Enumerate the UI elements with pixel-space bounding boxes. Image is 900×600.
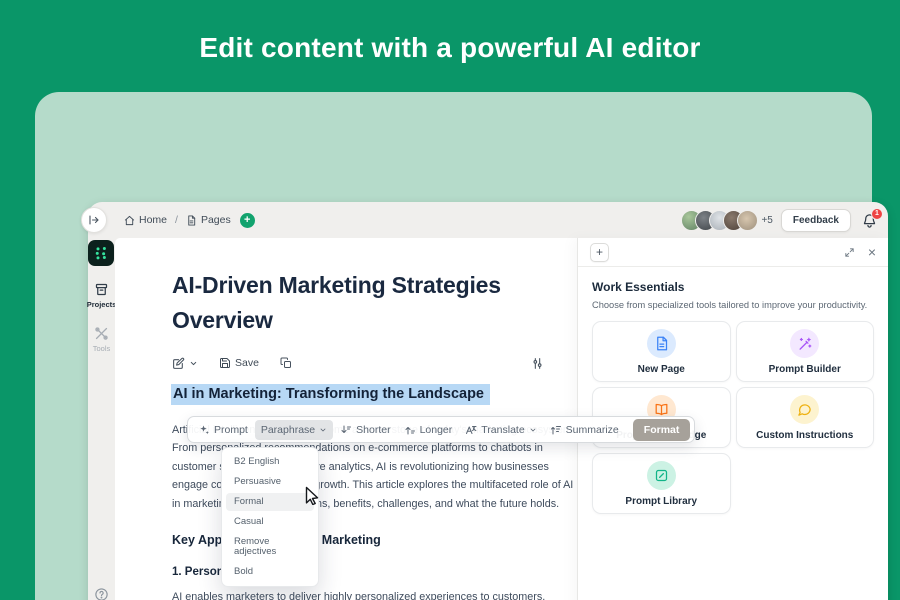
sidebar-item-label: Projects <box>86 300 117 309</box>
copy-button[interactable] <box>280 357 292 369</box>
chat-bubble-icon <box>790 394 820 424</box>
question-mark-icon <box>94 587 109 600</box>
collapse-sidebar-button[interactable] <box>81 207 107 233</box>
document-icon <box>646 328 676 358</box>
ai-edit-toolbar: Prompt Paraphrase Shorter Longer Transla… <box>187 416 696 443</box>
crossed-tools-icon <box>94 326 109 341</box>
avatar <box>737 209 759 231</box>
longer-label: Longer <box>419 423 453 436</box>
topbar: Home / Pages + +5 Feedback 1 <box>81 202 888 238</box>
card-label: Custom Instructions <box>756 429 854 441</box>
menu-item-casual[interactable]: Casual <box>226 513 314 531</box>
edit-pencil-icon <box>172 357 185 370</box>
card-new-page[interactable]: New Page <box>592 321 731 382</box>
breadcrumb-home-label: Home <box>139 214 168 226</box>
arrow-up-lines-icon <box>404 424 416 436</box>
longer-button[interactable]: Longer <box>398 420 459 440</box>
paraphrase-menu: B2 English Persuasive Formal Casual Remo… <box>221 447 319 587</box>
notifications-button[interactable]: 1 <box>862 207 883 228</box>
avatar-stack: +5 <box>681 209 773 231</box>
menu-item-formal[interactable]: Formal <box>226 493 314 511</box>
expand-diagonal-icon <box>844 247 855 258</box>
app-window: Home / Pages + +5 Feedback 1 Projects To… <box>81 202 888 600</box>
help-button[interactable] <box>94 587 109 600</box>
sparkles-icon <box>198 424 210 436</box>
card-prompt-builder[interactable]: Prompt Builder <box>735 321 874 382</box>
chevron-down-icon <box>529 426 537 434</box>
arrow-down-lines-icon <box>340 424 352 436</box>
app-logo[interactable] <box>88 240 114 266</box>
summarize-button[interactable]: Summarize <box>544 420 625 440</box>
paraphrase-dropdown-button[interactable]: Paraphrase <box>254 419 334 440</box>
format-button[interactable]: Format <box>632 418 691 441</box>
shorter-button[interactable]: Shorter <box>334 420 396 440</box>
magic-wand-icon <box>790 328 820 358</box>
archive-box-icon <box>94 282 109 297</box>
panel-header: + × <box>578 238 888 267</box>
card-label: New Page <box>637 363 685 375</box>
summarize-label: Summarize <box>565 423 619 436</box>
chevron-down-icon <box>189 359 198 368</box>
document-title[interactable]: AI-Driven Marketing Strategies Overview <box>172 268 502 338</box>
translate-dropdown-button[interactable]: Translate <box>459 420 542 440</box>
arrow-to-bar-icon <box>88 214 100 226</box>
save-label: Save <box>235 357 259 369</box>
panel-title: Work Essentials <box>592 280 685 294</box>
prompt-button[interactable]: Prompt <box>192 420 254 440</box>
document-actions: Save <box>172 355 544 371</box>
menu-item-b2-english[interactable]: B2 English <box>226 453 314 471</box>
paraphrase-label: Paraphrase <box>260 423 316 436</box>
translate-icon <box>465 424 477 436</box>
close-panel-button[interactable]: × <box>867 244 876 260</box>
breadcrumb: Home / Pages + <box>124 202 255 238</box>
close-icon: × <box>867 244 876 260</box>
breadcrumb-home[interactable]: Home <box>124 214 167 226</box>
content-area: AI-Driven Marketing Strategies Overview … <box>115 238 888 600</box>
menu-item-bold[interactable]: Bold <box>226 563 314 581</box>
breadcrumb-pages-label: Pages <box>200 214 231 226</box>
edit-mode-button[interactable] <box>172 357 198 370</box>
save-button[interactable]: Save <box>219 357 259 369</box>
expand-panel-button[interactable] <box>844 247 855 258</box>
menu-item-persuasive[interactable]: Persuasive <box>226 473 314 491</box>
editor-column: AI-Driven Marketing Strategies Overview … <box>115 238 696 600</box>
page-icon <box>186 214 197 226</box>
screenshot-frame: Home / Pages + +5 Feedback 1 Projects To… <box>35 92 888 600</box>
menu-item-remove-adjectives[interactable]: Remove adjectives <box>226 533 314 561</box>
card-label: Prompt Library <box>625 495 698 507</box>
card-prompt-library[interactable]: Prompt Library <box>592 453 731 514</box>
shorter-label: Shorter <box>356 423 391 436</box>
breadcrumb-pages[interactable]: Pages <box>186 214 231 226</box>
page-settings-button[interactable] <box>531 357 544 370</box>
icon-rail: Projects Tools <box>86 238 117 600</box>
sliders-icon <box>531 357 544 370</box>
topbar-right: +5 Feedback 1 <box>681 202 883 238</box>
pencil-square-icon <box>646 460 676 490</box>
home-icon <box>124 215 135 226</box>
breadcrumb-separator: / <box>175 214 178 226</box>
avatar-overflow-count: +5 <box>761 214 773 226</box>
panel-subtitle: Choose from specialized tools tailored t… <box>592 300 868 310</box>
prompt-label: Prompt <box>214 423 248 436</box>
add-page-button[interactable]: + <box>239 212 255 228</box>
feedback-button[interactable]: Feedback <box>780 208 851 232</box>
page-title: Edit content with a powerful AI editor <box>199 32 701 63</box>
card-custom-instructions[interactable]: Custom Instructions <box>735 387 874 448</box>
sidebar-item-label: Tools <box>92 344 111 353</box>
chevron-down-icon <box>319 426 327 434</box>
card-label: Prompt Builder <box>768 363 841 375</box>
save-icon <box>219 357 231 369</box>
highlighted-heading[interactable]: AI in Marketing: Transforming the Landsc… <box>171 384 490 405</box>
copy-icon <box>280 357 292 369</box>
translate-label: Translate <box>481 423 525 436</box>
panel-body: Work Essentials Choose from specialized … <box>578 267 888 527</box>
notification-badge: 1 <box>871 207 883 220</box>
subsection-paragraph[interactable]: AI enables marketers to deliver highly p… <box>172 589 586 600</box>
new-tab-button[interactable]: + <box>590 242 609 262</box>
dots-logo-icon <box>95 247 106 260</box>
summarize-icon <box>550 424 562 436</box>
